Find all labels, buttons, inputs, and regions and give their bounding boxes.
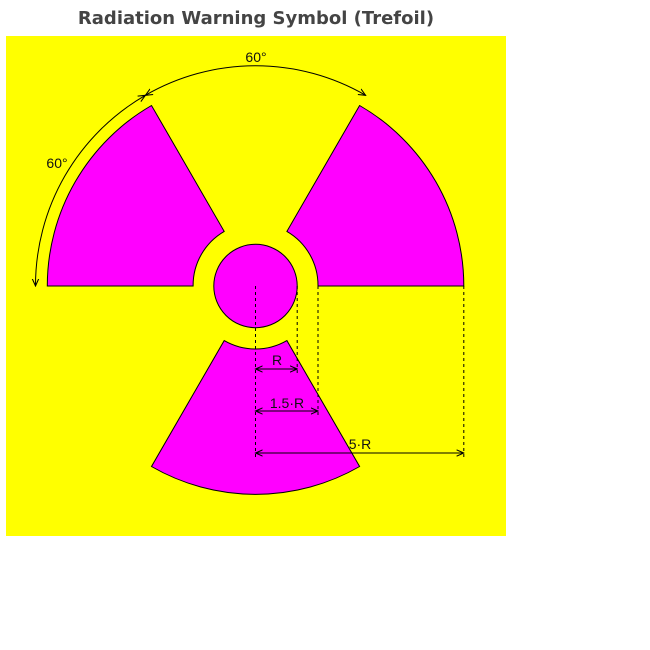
dim-label-r: R	[272, 352, 282, 368]
angle-label-top: 60°	[245, 49, 266, 65]
dim-label-5r: 5·R	[349, 436, 372, 452]
angle-label-left: 60°	[46, 155, 67, 171]
trefoil-diagram: 60° 60° R 1.5·R 5·R	[6, 36, 506, 536]
dim-label-1-5r: 1.5·R	[270, 395, 304, 411]
